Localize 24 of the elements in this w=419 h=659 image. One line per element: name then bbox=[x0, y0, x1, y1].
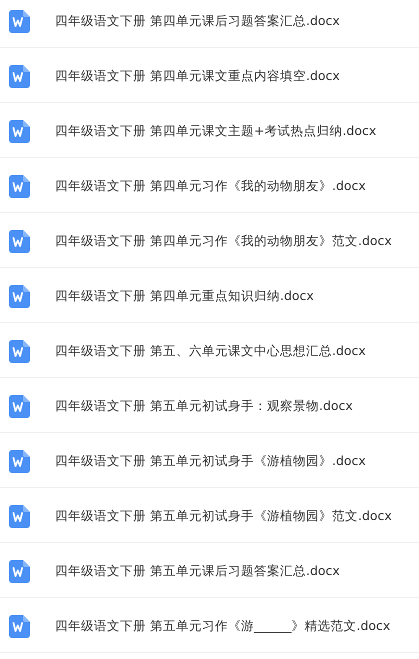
file-name[interactable]: 四年级语文下册 第四单元课后习题答案汇总.docx bbox=[55, 13, 340, 30]
word-document-icon bbox=[9, 10, 30, 33]
file-name[interactable]: 四年级语文下册 第五单元初试身手《游植物园》.docx bbox=[55, 453, 366, 470]
file-name[interactable]: 四年级语文下册 第四单元习作《我的动物朋友》范文.docx bbox=[55, 233, 392, 250]
file-name[interactable]: 四年级语文下册 第五单元初试身手《游植物园》范文.docx bbox=[55, 508, 392, 525]
word-document-icon bbox=[9, 395, 30, 418]
file-name[interactable]: 四年级语文下册 第五单元课后习题答案汇总.docx bbox=[55, 563, 340, 580]
file-name[interactable]: 四年级语文下册 第四单元重点知识归纳.docx bbox=[55, 288, 314, 305]
file-name[interactable]: 四年级语文下册 第五单元初试身手：观察景物.docx bbox=[55, 398, 353, 415]
word-document-icon bbox=[9, 175, 30, 198]
word-document-icon bbox=[9, 615, 30, 638]
word-document-icon bbox=[9, 285, 30, 308]
word-document-icon bbox=[9, 340, 30, 363]
file-name[interactable]: 四年级语文下册 第四单元课文重点内容填空.docx bbox=[55, 68, 340, 85]
file-name[interactable]: 四年级语文下册 第四单元习作《我的动物朋友》.docx bbox=[55, 178, 366, 195]
word-document-icon bbox=[9, 120, 30, 143]
file-name[interactable]: 四年级语文下册 第五、六单元课文中心思想汇总.docx bbox=[55, 343, 366, 360]
word-document-icon bbox=[9, 230, 30, 253]
word-document-icon bbox=[9, 65, 30, 88]
file-name[interactable]: 四年级语文下册 第五单元习作《游______》精选范文.docx bbox=[55, 618, 390, 635]
word-document-icon bbox=[9, 505, 30, 528]
word-document-icon bbox=[9, 560, 30, 583]
file-name[interactable]: 四年级语文下册 第四单元课文主题+考试热点归纳.docx bbox=[55, 123, 376, 140]
word-document-icon bbox=[9, 450, 30, 473]
